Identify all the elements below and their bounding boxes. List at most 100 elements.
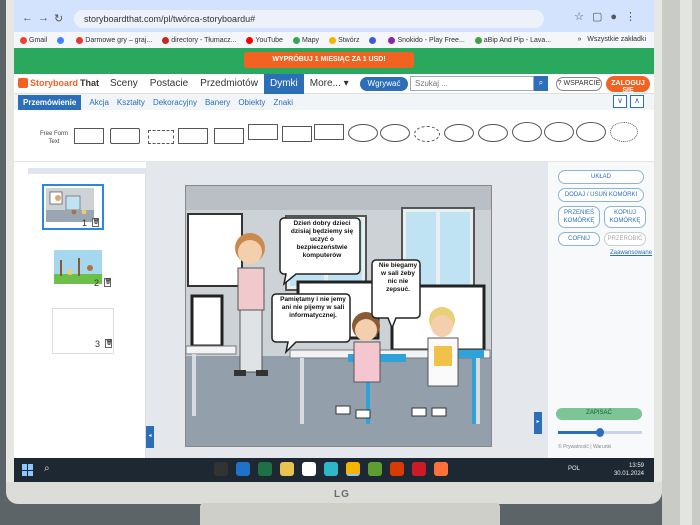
store-icon[interactable] <box>302 462 316 476</box>
menu-dots-icon[interactable]: ⋮ <box>625 11 644 23</box>
cell-thumbnail-2[interactable]: 2 🗑 <box>52 248 114 294</box>
tab-3[interactable]: Dekoracyjny <box>153 98 197 107</box>
bookmarks-more[interactable]: » <box>578 36 582 43</box>
bookmark-1[interactable] <box>57 36 66 44</box>
word-icon[interactable] <box>236 462 250 476</box>
cell-delete-icon-1[interactable]: 🗑 <box>92 218 99 227</box>
tray-clock[interactable]: 13:59 30.01.2024 <box>614 462 644 478</box>
add-remove-cells-button[interactable]: DODAJ / USUŃ KOMÓRKI <box>558 188 644 202</box>
cell-delete-icon-2[interactable]: 🗑 <box>104 278 111 287</box>
move-cell-button[interactable]: PRZENIEŚ KOMÓRKĘ <box>558 206 600 228</box>
edge-icon[interactable] <box>324 462 338 476</box>
bubble-rect-5[interactable] <box>214 128 244 144</box>
bookmark-2[interactable]: Darmowe gry – graj... <box>76 36 152 44</box>
free-form-text-option[interactable]: Free Form Text <box>40 130 68 146</box>
bubble-rect-4[interactable] <box>178 128 208 144</box>
bookmark-7[interactable] <box>369 36 378 44</box>
menu-item-4[interactable]: More... ▾ <box>304 74 355 94</box>
copy-cell-button[interactable]: KOPIUJ KOMÓRKĘ <box>604 206 646 228</box>
bubble-oval-5[interactable] <box>478 124 508 142</box>
bookmark-0[interactable]: Gmail <box>20 36 47 44</box>
bubble-rect-2[interactable] <box>110 128 140 144</box>
tab-4[interactable]: Banery <box>205 98 230 107</box>
bubble-rect-7[interactable] <box>282 126 312 142</box>
background-wall <box>662 0 700 525</box>
powerpoint-icon[interactable] <box>390 462 404 476</box>
tab-2[interactable]: Kształty <box>117 98 145 107</box>
bubble-oval-4[interactable] <box>444 124 474 142</box>
upload-button[interactable]: Wgrywać <box>360 77 408 91</box>
file-explorer-icon[interactable] <box>280 462 294 476</box>
brand-logo[interactable]: Storyboard That <box>18 78 99 88</box>
bubble-rect-1[interactable] <box>74 128 104 144</box>
address-bar[interactable]: storyboardthat.com/pl/twórca-storyboardu… <box>74 10 544 28</box>
bubble-cloud-1[interactable] <box>512 122 542 142</box>
bookmark-9[interactable]: aBip And Pip - Lava... <box>474 36 551 44</box>
chrome-icon[interactable] <box>346 462 360 476</box>
advanced-link[interactable]: Zaawansowane <box>610 250 652 256</box>
tab-6[interactable]: Znaki <box>273 98 293 107</box>
support-button[interactable]: ? WSPARCIE <box>556 77 602 91</box>
windows-start-icon[interactable] <box>22 464 34 476</box>
bubble-cloud-4[interactable] <box>610 122 638 142</box>
tab-5[interactable]: Obiekty <box>238 98 265 107</box>
save-button[interactable]: ZAPISAĆ <box>556 408 642 420</box>
excel-icon[interactable] <box>258 462 272 476</box>
undo-button[interactable]: COFNIJ <box>558 232 600 246</box>
back-arrow-icon[interactable]: ← <box>22 12 33 24</box>
bookmark-8[interactable]: Snokido - Play Free... <box>388 36 465 44</box>
bubble-cloud-3[interactable] <box>576 122 606 142</box>
taskbar-search-icon[interactable]: ⌕ <box>44 463 50 474</box>
extensions-icon[interactable]: ▢ <box>592 11 610 23</box>
bookmark-favicon-icon <box>329 36 337 44</box>
tab-0[interactable]: Przemówienie <box>18 94 82 110</box>
zoom-handle[interactable] <box>596 428 604 437</box>
bookmark-6[interactable]: Stwórz <box>329 36 359 44</box>
bubble-cloud-2[interactable] <box>544 122 574 142</box>
chevron-down-icon[interactable]: ∨ <box>613 95 627 108</box>
cell-thumbnail-1[interactable]: 1 🗑 <box>42 184 104 230</box>
bubble-rect-6[interactable] <box>248 124 278 140</box>
speech-bubble-girl[interactable]: Pamiętamy i nie jemy ani nie pijemy w sa… <box>278 296 348 340</box>
bubble-rect-3[interactable] <box>148 130 174 144</box>
speech-bubble-teacher[interactable]: Dzień dobry dzieci dzisiaj będziemy się … <box>286 220 358 270</box>
promo-button[interactable]: WYPRÓBUJ 1 MIESIĄC ZA 1 USD! <box>244 52 414 68</box>
search-input[interactable]: Szukaj ... <box>410 76 534 91</box>
star-icon[interactable]: ☆ <box>574 11 592 23</box>
profile-icon[interactable]: ● <box>610 11 625 23</box>
bubble-oval-3[interactable] <box>414 126 440 142</box>
all-bookmarks[interactable]: » Wszystkie zakładki <box>578 36 646 43</box>
left-collapse-arrow-icon[interactable]: ◂ <box>146 426 154 448</box>
storyboard-canvas[interactable]: Dzień dobry dzieci dzisiaj będziemy się … <box>185 185 492 447</box>
bubble-rect-8[interactable] <box>314 124 344 140</box>
right-collapse-arrow-icon[interactable]: ▸ <box>534 412 542 434</box>
speech-bubble-boy[interactable]: Nie biegamy w sali żeby nic nie zepsuć. <box>378 262 418 316</box>
menu-item-0[interactable]: Sceny <box>104 74 144 94</box>
login-button[interactable]: ZALOGUJ SIĘ <box>606 76 650 94</box>
bubble-oval-2[interactable] <box>380 124 410 142</box>
menu-item-1[interactable]: Postacie <box>144 74 194 94</box>
bookmark-4[interactable]: YouTube <box>246 36 283 44</box>
task-view-icon[interactable] <box>214 462 228 476</box>
windows-taskbar: ⌕ POL 13:59 30.01.2024 <box>14 458 654 482</box>
cell-delete-icon-3[interactable]: 🗑 <box>105 339 112 348</box>
menu-item-2[interactable]: Przedmiotów <box>194 74 264 94</box>
search-icon[interactable]: ⌕ <box>534 76 548 91</box>
opera-icon[interactable] <box>412 462 426 476</box>
xbox-icon[interactable] <box>368 462 382 476</box>
bookmark-favicon-icon <box>162 36 170 44</box>
reload-icon[interactable]: ↻ <box>54 12 63 25</box>
menu-item-3[interactable]: Dymki <box>263 74 304 94</box>
tray-language[interactable]: POL <box>568 466 580 472</box>
tab-1[interactable]: Akcja <box>89 98 109 107</box>
layout-button[interactable]: UKŁAD <box>558 170 644 184</box>
chevron-up-icon[interactable]: ∧ <box>630 95 644 108</box>
cell-thumbnail-3[interactable]: 3 🗑 <box>52 308 114 354</box>
firefox-icon[interactable] <box>434 462 448 476</box>
bookmark-3[interactable]: directory - Tłumacz... <box>162 36 236 44</box>
bubble-oval-1[interactable] <box>348 124 378 142</box>
bookmark-5[interactable]: Mapy <box>292 36 319 44</box>
zoom-slider[interactable] <box>558 428 642 437</box>
redo-button[interactable]: PRZEROBIĆ <box>604 232 646 246</box>
forward-arrow-icon[interactable]: → <box>38 12 49 24</box>
